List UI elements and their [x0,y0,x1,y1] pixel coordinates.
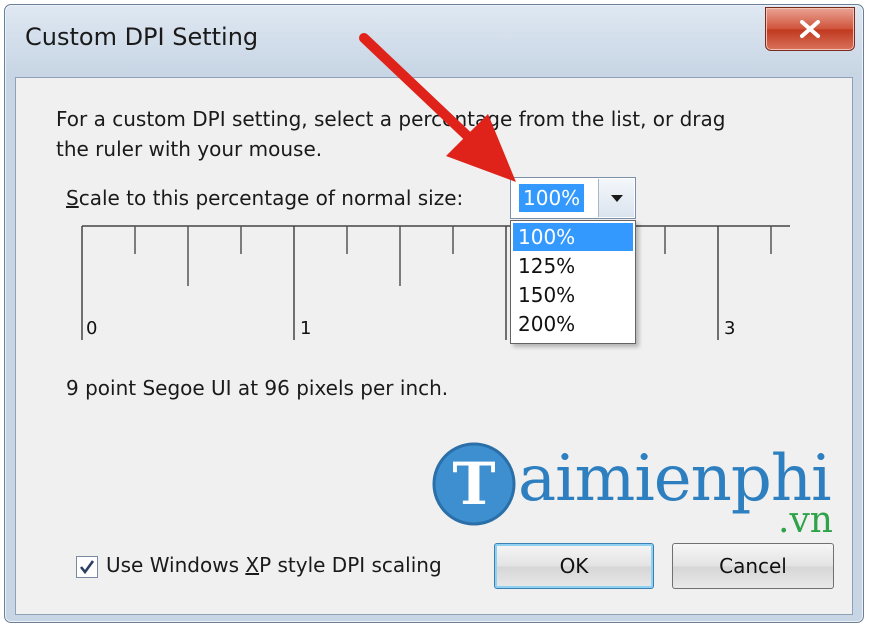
xp-scaling-checkbox[interactable] [76,556,98,578]
xp-scaling-label-after: P style DPI scaling [259,553,442,577]
scale-label-accelerator: S [66,186,79,210]
description-text: For a custom DPI setting, select a perce… [56,107,726,161]
ruler-label-3: 3 [724,318,736,339]
ruler-label-0: 0 [86,318,98,339]
scale-label-text: cale to this percentage of normal size: [78,186,464,210]
watermark-logo-mark: T [432,442,516,526]
dropdown-option-200[interactable]: 200% [513,310,633,338]
watermark-logo: T aimienphi .vn [430,438,850,541]
close-button[interactable] [765,7,855,51]
scale-label: Scale to this percentage of normal size: [66,186,463,210]
dpi-ruler[interactable]: 0 1 3 [78,224,790,346]
font-info-text: 9 point Segoe UI at 96 pixels per inch. [66,376,449,400]
dropdown-option-125[interactable]: 125% [513,252,633,280]
cancel-button[interactable]: Cancel [672,543,834,589]
chevron-down-icon [610,194,623,202]
ruler-label-1: 1 [300,318,312,339]
scale-dropdown-list[interactable]: 100% 125% 150% 200% [510,220,636,344]
scale-combobox[interactable]: 100% [510,177,636,219]
xp-scaling-label-accelerator: X [245,553,260,577]
watermark-logo-letter: T [452,450,495,518]
close-icon [800,20,820,38]
dropdown-option-150[interactable]: 150% [513,281,633,309]
combobox-dropdown-button[interactable] [598,179,634,217]
xp-scaling-label[interactable]: Use Windows XP style DPI scaling [106,553,442,577]
dropdown-option-100[interactable]: 100% [513,223,633,251]
xp-scaling-label-before: Use Windows [106,553,246,577]
checkmark-icon [79,560,95,575]
watermark-tld: .vn [778,500,833,541]
ruler-scale[interactable] [78,224,790,346]
ok-button[interactable]: OK [494,543,654,589]
scale-combobox-value[interactable]: 100% [519,184,585,212]
dialog-title: Custom DPI Setting [25,23,259,51]
